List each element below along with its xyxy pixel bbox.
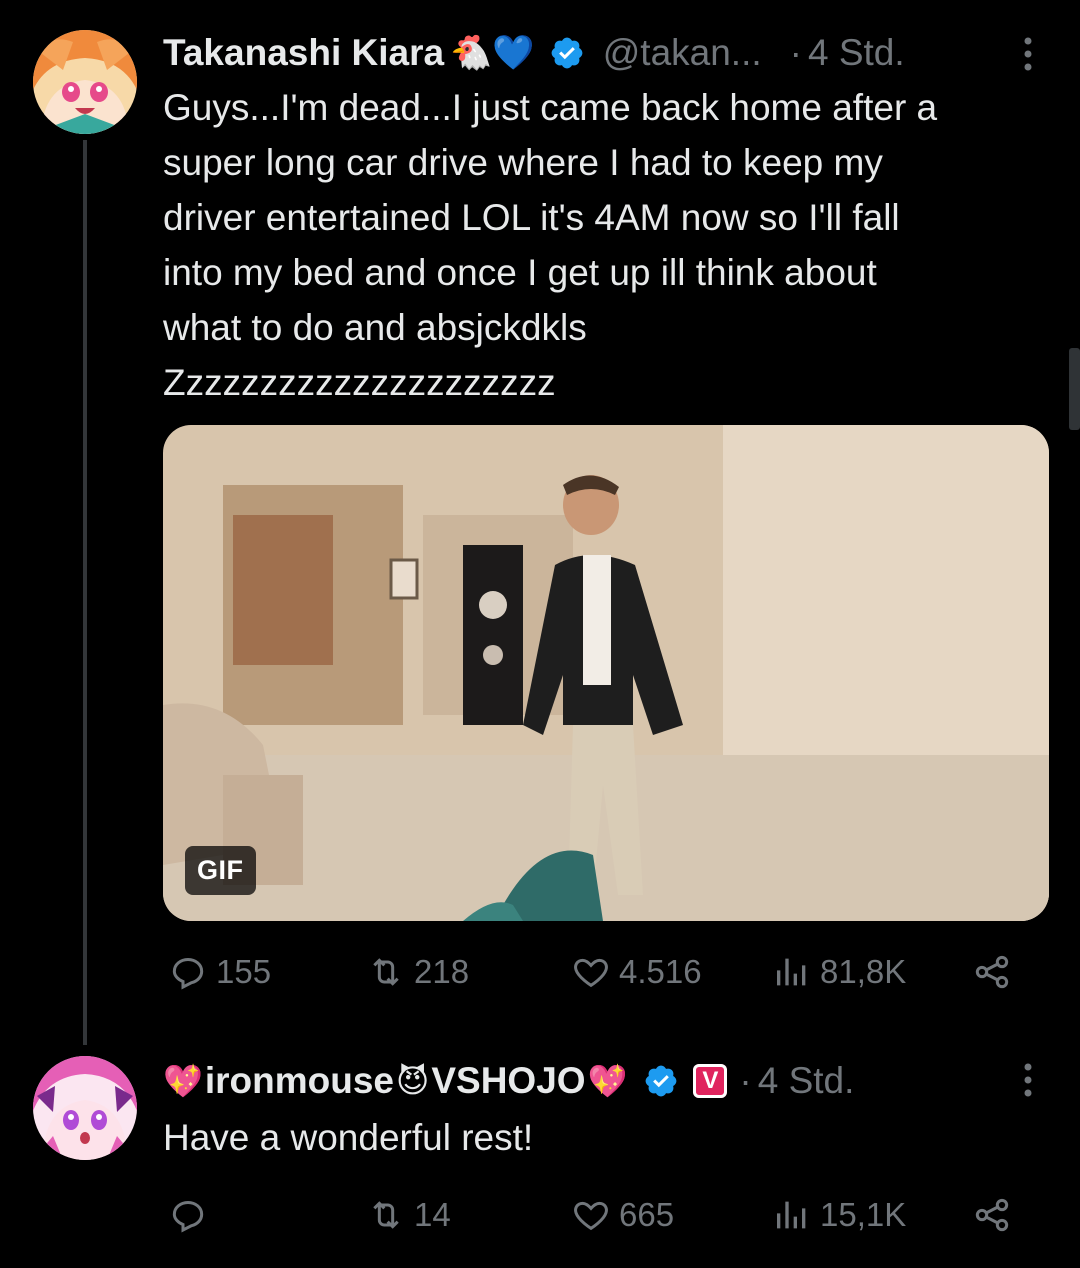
display-name-suffix[interactable]: VSHOJO [431,1060,585,1102]
reply-button[interactable] [168,1195,216,1235]
tweet-header: 💖 ironmouse 😈 VSHOJO 💖 V · 4 Std. [163,1056,854,1106]
share-button[interactable] [972,952,1012,992]
tweet-text: Guys...I'm dead...I just came back home … [163,80,1053,410]
repost-icon [373,1201,399,1229]
timestamp[interactable]: 4 Std. [808,32,905,74]
affiliate-badge[interactable]: V [693,1064,728,1098]
verified-icon[interactable] [549,35,585,71]
name-emoji: 🐔💙 [450,34,535,72]
timestamp[interactable]: 4 Std. [758,1060,855,1102]
tweet-text-line: driver entertained LOL it's 4AM now so I… [163,197,900,238]
tweet-text-line: what to do and absjckdkls [163,307,587,348]
tweet-header: Takanashi Kiara 🐔💙 @takan... · 4 Std. [163,28,905,78]
handle[interactable]: @takan... [603,32,762,74]
tweet-text-line: into my bed and once I get up ill think … [163,252,877,293]
views-icon [777,1201,806,1229]
repost-count: 14 [414,1196,451,1233]
separator: · [789,32,802,73]
repost-icon [373,958,399,986]
views-count: 81,8K [820,953,907,990]
share-icon [975,1198,1009,1232]
tweet-text-line: Zzzzzzzzzzzzzzzzzzzzz [163,362,556,403]
tweet-text-line: Guys...I'm dead...I just came back home … [163,87,938,128]
views-button[interactable]: 15,1K [772,1195,906,1235]
repost-count: 218 [414,953,470,990]
reply-icon [172,957,204,990]
like-count: 4.516 [619,953,702,990]
views-icon [777,958,806,986]
gif-media[interactable]: GIF [163,425,1049,921]
gif-badge: GIF [185,846,256,895]
avatar-takanashi-kiara[interactable] [33,30,137,134]
verified-icon[interactable] [643,1063,679,1099]
like-button[interactable]: 665 [571,1195,674,1235]
repost-button[interactable]: 218 [366,952,469,992]
like-count: 665 [619,1196,675,1233]
like-button[interactable]: 4.516 [571,952,702,992]
separator: · [739,1060,752,1101]
share-icon [975,955,1009,989]
name-emoji: 💖 [587,1063,628,1099]
name-emoji: 💖 [163,1063,203,1099]
thread-line [83,140,87,1045]
more-icon[interactable] [1016,36,1040,72]
views-button[interactable]: 81,8K [772,952,906,992]
display-name[interactable]: ironmouse [205,1060,394,1102]
more-icon[interactable] [1016,1062,1040,1098]
scrollbar-thumb[interactable] [1069,348,1080,430]
tweet-text: Have a wonderful rest! [163,1117,534,1158]
like-icon [574,958,608,988]
repost-button[interactable]: 14 [366,1195,451,1235]
share-button[interactable] [972,1195,1012,1235]
reply-icon [172,1200,204,1233]
tweet-text-line: super long car drive where I had to keep… [163,142,883,183]
reply-count: 155 [216,953,272,990]
display-name[interactable]: Takanashi Kiara [163,32,444,74]
name-emoji: 😈 [395,1063,430,1099]
views-count: 15,1K [820,1196,907,1233]
avatar-ironmouse[interactable] [33,1056,137,1160]
reply-button[interactable]: 155 [168,952,271,992]
like-icon [574,1201,608,1231]
